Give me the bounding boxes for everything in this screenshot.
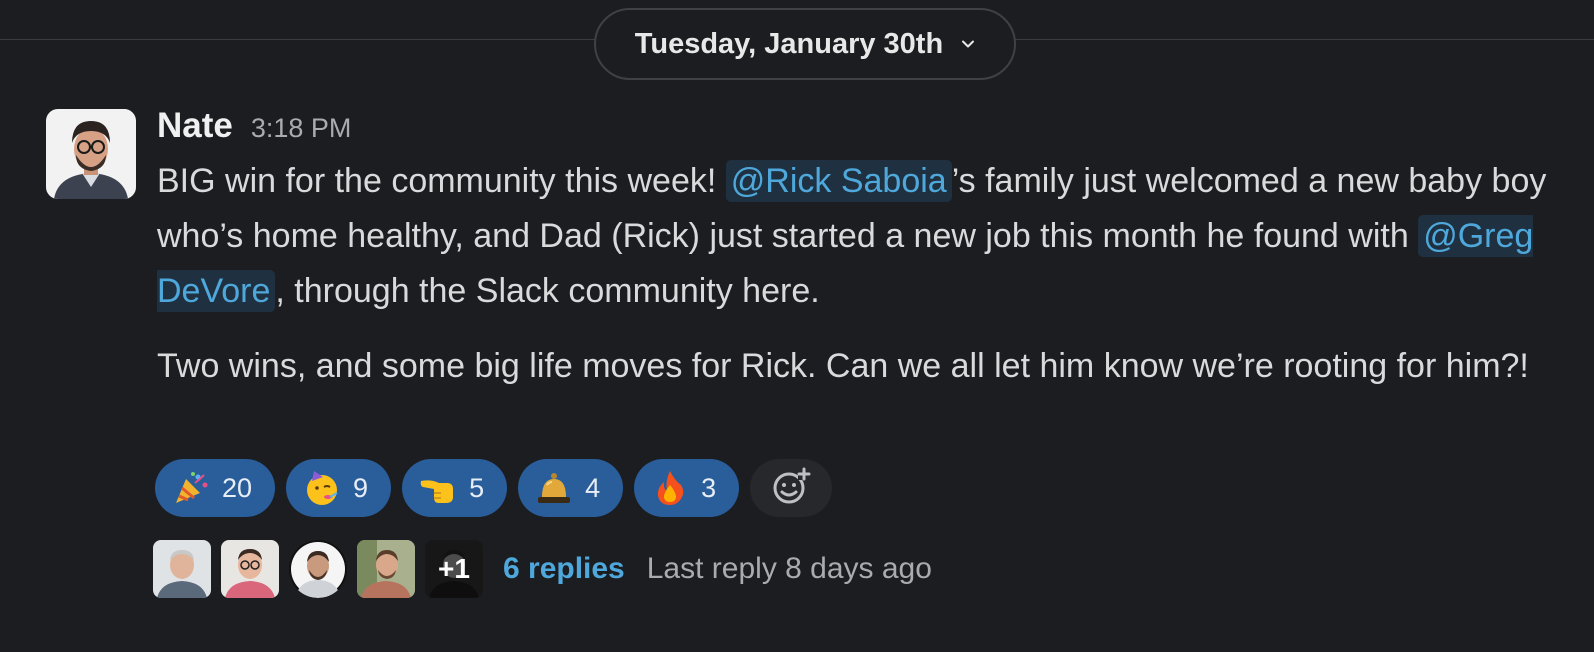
message-paragraph: Two wins, and some big life moves for Ri… <box>157 347 1529 385</box>
mention-rick-saboia[interactable]: @Rick Saboia <box>725 160 952 202</box>
reaction-count: 9 <box>353 472 369 503</box>
reaction-count: 20 <box>222 472 253 503</box>
author-avatar[interactable] <box>46 109 136 199</box>
message-header: Nate 3:18 PM <box>157 106 351 146</box>
message-text: BIG win for the community this week! <box>157 162 726 200</box>
reaction-bar: 20 9 5 4 3 <box>155 459 833 517</box>
reaction-count: 4 <box>585 472 601 503</box>
partying-face-icon <box>303 469 341 507</box>
message-view: Tuesday, January 30th Nate 3:18 PM BIG w… <box>0 0 1594 652</box>
reply-avatar[interactable] <box>357 540 415 598</box>
message-body: BIG win for the community this week! @Ri… <box>157 154 1557 394</box>
author-name[interactable]: Nate <box>157 106 233 146</box>
reaction-party-popper[interactable]: 20 <box>155 459 276 517</box>
reaction-bell[interactable]: 4 <box>518 459 624 517</box>
thread-summary[interactable]: +1 6 replies Last reply 8 days ago <box>153 540 932 598</box>
bell-icon <box>535 469 573 507</box>
reply-avatar[interactable] <box>221 540 279 598</box>
chevron-down-icon <box>961 37 975 51</box>
more-repliers-avatar[interactable]: +1 <box>425 540 483 598</box>
reaction-count: 5 <box>469 472 485 503</box>
message-text: , through the Slack community here. <box>275 272 820 310</box>
reply-avatar[interactable] <box>289 540 347 598</box>
message-timestamp[interactable]: 3:18 PM <box>251 113 352 144</box>
last-reply-text: Last reply 8 days ago <box>646 552 932 585</box>
fire-icon <box>651 469 689 507</box>
reaction-count: 3 <box>701 472 717 503</box>
date-label: Tuesday, January 30th <box>634 27 944 60</box>
reaction-pointing-hand[interactable]: 5 <box>402 459 508 517</box>
date-divider-button[interactable]: Tuesday, January 30th <box>594 8 1016 80</box>
replies-link[interactable]: 6 replies <box>503 552 625 586</box>
add-emoji-icon <box>770 465 812 512</box>
reply-avatar[interactable] <box>153 540 211 598</box>
message-paragraph: BIG win for the community this week! @Ri… <box>157 154 1557 319</box>
add-reaction-button[interactable] <box>750 459 833 517</box>
reaction-partying-face[interactable]: 9 <box>286 459 392 517</box>
party-popper-icon <box>172 469 210 507</box>
pointing-hand-icon <box>419 469 457 507</box>
more-repliers-count: +1 <box>425 540 483 598</box>
reaction-fire[interactable]: 3 <box>634 459 740 517</box>
